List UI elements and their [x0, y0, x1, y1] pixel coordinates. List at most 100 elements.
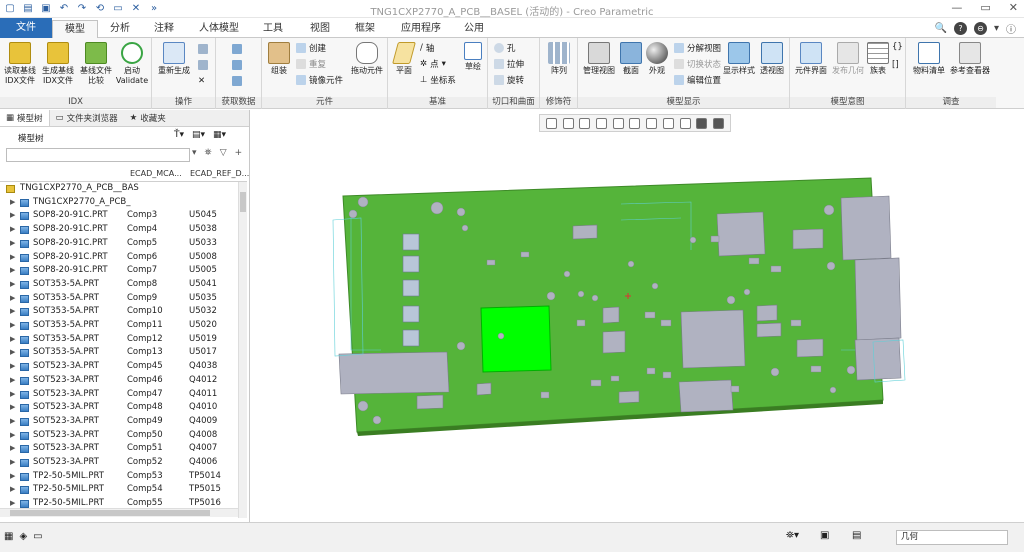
tree-vertical-scrollbar[interactable]	[238, 182, 247, 518]
tab-analysis[interactable]: 分析	[100, 20, 140, 38]
tab-annotate[interactable]: 注释	[144, 20, 184, 38]
binoculars-icon[interactable]: ⛯	[205, 148, 212, 158]
tree-row[interactable]: ▶ SOP8-20-91C.PRT Comp4 U5038	[0, 223, 238, 237]
expand-icon[interactable]: ▶	[10, 196, 15, 210]
tree-row[interactable]: ▶ SOP8-20-91C.PRT Comp7 U5005	[0, 264, 238, 278]
tab-model[interactable]: 模型	[52, 20, 98, 38]
expand-icon[interactable]: ▶	[10, 360, 15, 374]
expand-icon[interactable]: ▶	[10, 278, 15, 292]
bom-button[interactable]: 物料清单	[910, 42, 948, 76]
expand-icon[interactable]: ▶	[10, 470, 15, 484]
tree-row[interactable]: ▶ SOT353-5A.PRT Comp11 U5020	[0, 319, 238, 333]
column-ecad-ref[interactable]: ECAD_REF_D...	[190, 169, 249, 178]
add-icon[interactable]: +	[235, 148, 243, 158]
tree-row[interactable]: ▶ SOT523-3A.PRT Comp49 Q4009	[0, 415, 238, 429]
extrude-button[interactable]: 拉伸	[494, 58, 524, 70]
expand-icon[interactable]: ▶	[10, 374, 15, 388]
tree-row[interactable]: ▶ SOT523-3A.PRT Comp51 Q4007	[0, 442, 238, 456]
tree-row[interactable]: ▶ SOT523-3A.PRT Comp45 Q4038	[0, 360, 238, 374]
selection-filter-select[interactable]: 几何	[896, 530, 1008, 545]
perspective-button[interactable]: 透视图	[756, 42, 788, 76]
paste-icon[interactable]	[198, 60, 208, 70]
sketch-button[interactable]: 草绘	[460, 42, 486, 72]
tree-horizontal-scrollbar[interactable]	[0, 508, 238, 517]
edit-position-button[interactable]: 编辑位置	[674, 74, 721, 86]
expand-icon[interactable]: ▶	[10, 483, 15, 497]
navigator-icon[interactable]: ◈	[19, 531, 27, 542]
copy-icon[interactable]	[198, 44, 208, 54]
expand-icon[interactable]: ▶	[10, 456, 15, 470]
tab-model-tree[interactable]: ▦ 模型树	[0, 110, 50, 126]
expand-icon[interactable]: ▶	[10, 401, 15, 415]
family-table-button[interactable]: 族表	[866, 42, 890, 76]
smart-select-icon[interactable]: ▤	[852, 530, 861, 541]
user-feature-icon[interactable]	[232, 60, 242, 70]
tab-common[interactable]: 公用	[454, 20, 494, 38]
tree-row[interactable]: ▶ SOP8-20-91C.PRT Comp6 U5008	[0, 251, 238, 265]
grid-icon[interactable]: ▦	[4, 531, 13, 542]
find-binoculars-icon[interactable]: ⛯▾	[786, 530, 799, 541]
import-icon[interactable]	[232, 44, 242, 54]
tree-row[interactable]: ▶ SOP8-20-91C.PRT Comp3 U5045	[0, 209, 238, 223]
expand-icon[interactable]: ▶	[10, 305, 15, 319]
help-icon[interactable]: ?	[953, 22, 967, 35]
tab-applications[interactable]: 应用程序	[393, 20, 449, 38]
relations-icon[interactable]: {}	[892, 42, 903, 52]
explode-view-button[interactable]: 分解视图	[674, 42, 721, 54]
tree-columns-icon[interactable]: ▤▾	[192, 130, 205, 140]
generate-baseline-button[interactable]: 生成基线 IDX文件	[40, 42, 76, 86]
browser-toggle-icon[interactable]: ▭	[33, 531, 42, 542]
tree-row[interactable]: ▶ TNG1CXP2770_A_PCB_	[0, 196, 238, 210]
pcb-model[interactable]	[251, 110, 1024, 522]
appearance-button[interactable]: 外观	[644, 42, 670, 76]
expand-icon[interactable]: ▶	[10, 388, 15, 402]
expand-icon[interactable]: ▶	[10, 346, 15, 360]
section-button[interactable]: 截面	[618, 42, 644, 76]
tree-search-input[interactable]	[6, 148, 190, 162]
manage-views-button[interactable]: 管理视图	[580, 42, 618, 76]
create-button[interactable]: 创建	[296, 42, 326, 54]
maximize-button[interactable]: ▭	[980, 1, 990, 14]
plane-button[interactable]: 平面	[390, 42, 418, 76]
copy-geom-icon[interactable]	[232, 76, 242, 86]
tab-file[interactable]: 文件	[0, 18, 52, 38]
tab-folder-browser[interactable]: ▭ 文件夹浏览器	[50, 110, 124, 126]
expand-icon[interactable]: ▶	[10, 237, 15, 251]
mirror-component-button[interactable]: 镜像元件	[296, 74, 343, 86]
expand-icon[interactable]: ▶	[10, 251, 15, 265]
tree-settings-icon[interactable]: Ť▾	[174, 130, 184, 140]
expand-icon[interactable]: ▶	[10, 442, 15, 456]
toggle-status-button[interactable]: 切换状态	[674, 58, 721, 70]
tree-row[interactable]: ▶ SOT353-5A.PRT Comp10 U5032	[0, 305, 238, 319]
axis-button[interactable]: / 轴	[420, 42, 434, 54]
csys-button[interactable]: ⊥ 坐标系	[420, 74, 456, 86]
drag-component-button[interactable]: 拖动元件	[348, 42, 386, 76]
tree-row[interactable]: ▶ SOT523-3A.PRT Comp46 Q4012	[0, 374, 238, 388]
column-ecad-mcad[interactable]: ECAD_MCA...	[130, 169, 182, 178]
tab-manikin[interactable]: 人体模型	[190, 20, 248, 38]
select-icon[interactable]: ▣	[820, 530, 829, 541]
repeat-button[interactable]: 重复	[296, 58, 326, 70]
tree-row[interactable]: ▶ SOT523-3A.PRT Comp47 Q4011	[0, 388, 238, 402]
hole-button[interactable]: 孔	[494, 42, 516, 54]
tab-view[interactable]: 视图	[300, 20, 340, 38]
component-interface-button[interactable]: 元件界面	[792, 42, 830, 76]
graphics-window[interactable]	[251, 110, 1024, 522]
tree-row[interactable]: ▶ SOT353-5A.PRT Comp9 U5035	[0, 292, 238, 306]
info-icon[interactable]: ⓘ	[1006, 21, 1016, 36]
read-baseline-button[interactable]: 读取基线 IDX文件	[2, 42, 38, 86]
expand-icon[interactable]: ▶	[10, 292, 15, 306]
tree-filter-icon[interactable]: ▦▾	[213, 130, 226, 140]
expand-icon[interactable]: ▶	[10, 429, 15, 443]
delete-icon[interactable]: ✕	[198, 76, 205, 86]
validate-button[interactable]: 启动 Validate	[114, 42, 150, 86]
tree-row[interactable]: ▶ SOT353-5A.PRT Comp12 U5019	[0, 333, 238, 347]
pattern-button[interactable]: 阵列	[542, 42, 576, 76]
assemble-button[interactable]: 组装	[264, 42, 294, 76]
find-icon[interactable]: ▾	[192, 148, 197, 158]
tab-tools[interactable]: 工具	[253, 20, 293, 38]
tree-row[interactable]: ▶ SOT523-3A.PRT Comp52 Q4006	[0, 456, 238, 470]
tab-framework[interactable]: 框架	[345, 20, 385, 38]
options-icon[interactable]: ⊖	[973, 22, 987, 35]
tree-row[interactable]: ▶ SOT353-5A.PRT Comp13 U5017	[0, 346, 238, 360]
